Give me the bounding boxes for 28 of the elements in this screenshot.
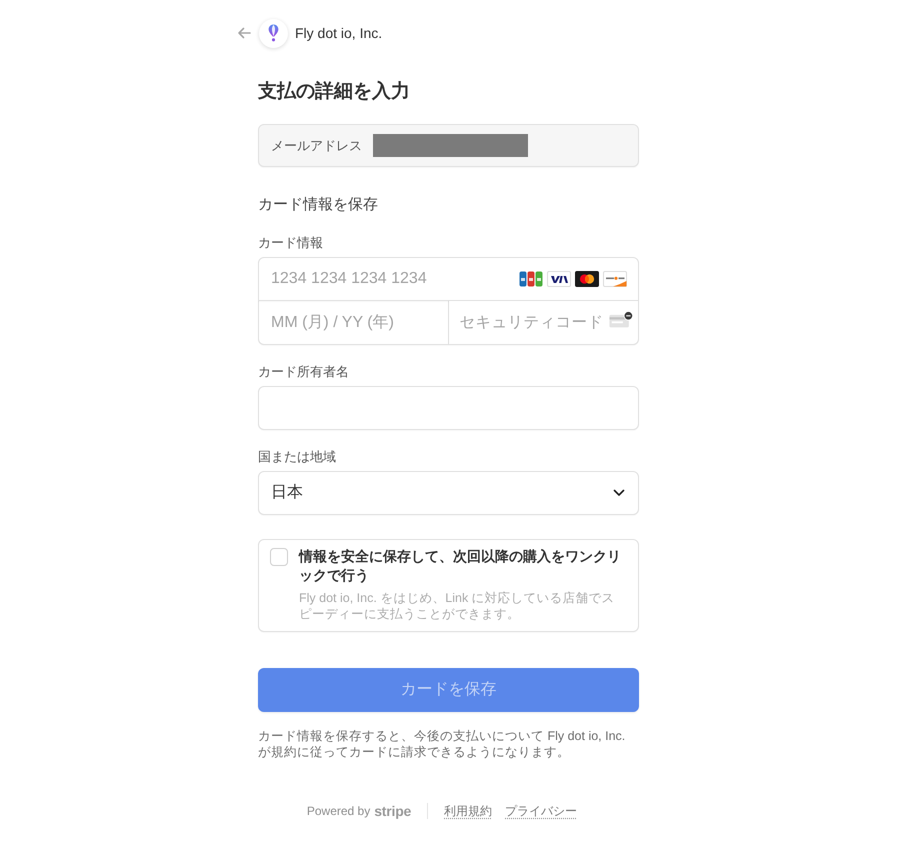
card-back-icon (609, 311, 633, 328)
email-label: メールアドレス (271, 136, 363, 155)
security-code-field[interactable]: セキュリティコード (448, 301, 639, 345)
field-label: カード情報 (258, 234, 324, 252)
back-arrow-icon[interactable] (237, 27, 251, 39)
dot-card-logo-icon (603, 271, 627, 287)
option-description: Fly dot io, Inc. をはじめ、Link に対応している店舗でスピーディーに支払うことができます。 (299, 590, 616, 622)
cardholder-name-field[interactable] (258, 386, 639, 430)
brand-name: stripe (374, 802, 412, 821)
section-title: カード情報を保存 (258, 195, 379, 215)
field-label: 国または地域 (258, 448, 337, 466)
circles-card-logo-icon (575, 271, 599, 287)
wordmark-card-logo-icon (547, 271, 571, 287)
consent-note: カード情報を保存すると、今後の支払いについて Fly dot io, Inc. が規約に従ってカードに請求できるようになります。 (258, 728, 626, 760)
balloon-logo-icon (259, 18, 288, 48)
expiry-field[interactable]: MM (月) / YY (年) (258, 301, 448, 345)
country-select[interactable]: 日本 (258, 471, 639, 515)
merchant-name: Fly dot io, Inc. (295, 24, 382, 43)
option-title: 情報を安全に保存して、次回以降の購入をワンクリックで行う (299, 547, 622, 585)
footer-link[interactable]: プライバシー (505, 802, 578, 820)
footer-link[interactable]: 利用規約 (444, 802, 492, 820)
striped-card-logo-icon (519, 271, 543, 287)
checkbox[interactable] (270, 548, 288, 566)
powered-by-text: Powered by (306, 803, 370, 820)
chevron-down-icon (613, 489, 625, 497)
field-label: カード所有者名 (258, 363, 350, 381)
page-title: 支払の詳細を入力 (258, 80, 411, 104)
card-number-field[interactable]: 1234 1234 1234 1234 (258, 257, 639, 301)
